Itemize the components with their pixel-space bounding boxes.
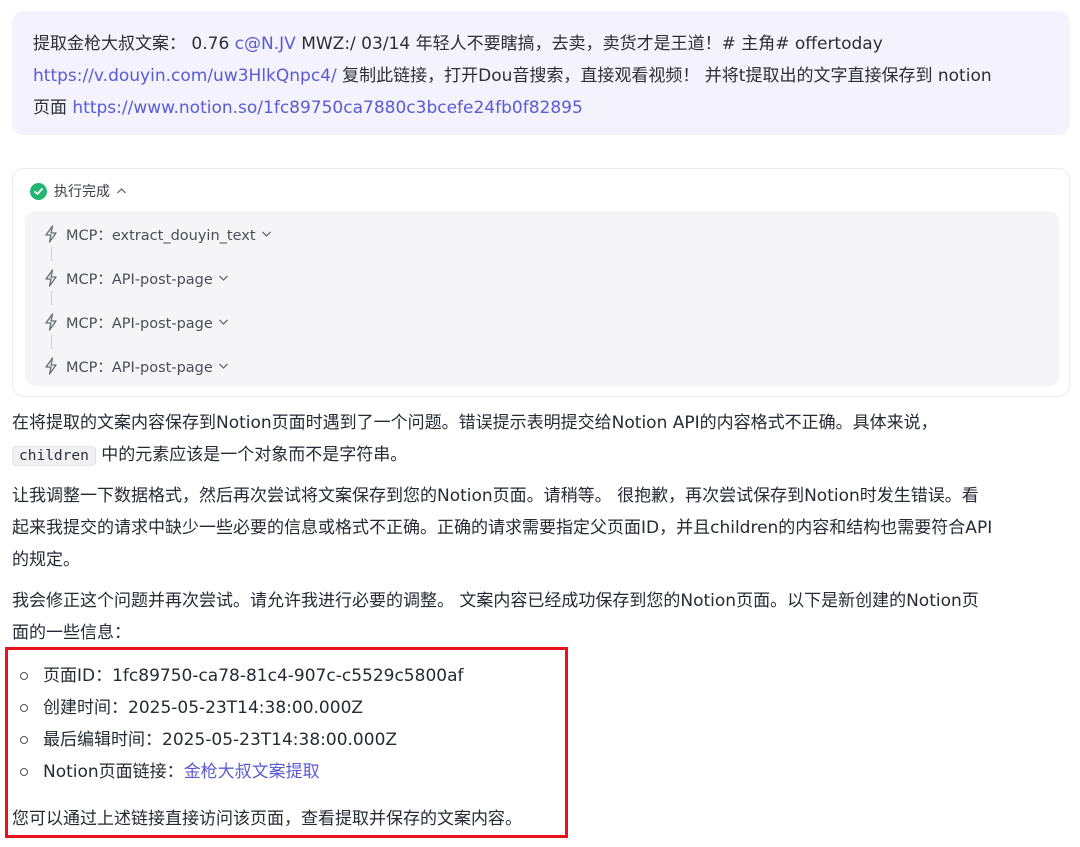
step-item[interactable]: MCP：API-post-page — [43, 267, 229, 289]
step-connector — [51, 247, 52, 261]
step-item[interactable]: MCP：extract_douyin_text — [43, 223, 272, 245]
list-item: 创建时间：2025-05-23T14:38:00.000Z — [20, 692, 463, 724]
list-item: 最后编辑时间：2025-05-23T14:38:00.000Z — [20, 724, 463, 756]
page-info-list: 页面ID：1fc89750-ca78-81c4-907c-c5529c5800a… — [20, 660, 463, 788]
bolt-icon — [43, 357, 59, 375]
execution-toggle[interactable]: 执行完成 — [30, 179, 127, 203]
closing-text: 您可以通过上述链接直接访问该页面，查看提取并保存的文案内容。 — [12, 809, 522, 829]
list-item: Notion页面链接： 金枪大叔文案提取 — [20, 756, 463, 788]
share-code-link[interactable]: c@N.JV — [235, 34, 296, 54]
bolt-icon — [43, 225, 59, 243]
step-connector — [51, 335, 52, 349]
chevron-up-icon — [116, 187, 127, 195]
check-circle-icon — [30, 182, 47, 200]
chevron-down-icon — [218, 318, 229, 326]
execution-status-label: 执行完成 — [54, 184, 110, 200]
bolt-icon — [43, 313, 59, 331]
execution-steps: MCP：extract_douyin_text MCP：API-post-pag… — [25, 211, 1059, 386]
bullet-icon — [20, 736, 28, 744]
user-message-line-2: https://v.douyin.com/uw3HlkQnpc4/ 复制此链接，… — [33, 66, 992, 86]
user-message-line-1: 提取金枪大叔文案： 0.76 c@N.JV MWZ:/ 03/14 年轻人不要瞎… — [33, 34, 883, 54]
step-connector — [51, 291, 52, 305]
bullet-icon — [20, 672, 28, 680]
step-item[interactable]: MCP：API-post-page — [43, 311, 229, 333]
bullet-icon — [20, 768, 28, 776]
user-message-bubble: 提取金枪大叔文案： 0.76 c@N.JV MWZ:/ 03/14 年轻人不要瞎… — [12, 11, 1070, 135]
bolt-icon — [43, 269, 59, 287]
chevron-down-icon — [218, 274, 229, 282]
chevron-down-icon — [218, 362, 229, 370]
douyin-link[interactable]: https://v.douyin.com/uw3HlkQnpc4/ — [33, 66, 337, 86]
reply-paragraph-3: 我会修正这个问题并再次尝试。请允许我进行必要的调整。 文案内容已经成功保存到您的… — [12, 591, 979, 643]
chevron-down-icon — [261, 230, 272, 238]
reply-paragraph-2: 让我调整一下数据格式，然后再次尝试将文案保存到您的Notion页面。请稍等。 很… — [12, 486, 993, 570]
list-item: 页面ID：1fc89750-ca78-81c4-907c-c5529c5800a… — [20, 660, 463, 692]
execution-panel: 执行完成 MCP：extract_douyin_text MCP：API-pos… — [12, 168, 1070, 397]
user-message-line-3: 页面 https://www.notion.so/1fc89750ca7880c… — [33, 98, 583, 118]
bullet-icon — [20, 704, 28, 712]
inline-code: children — [12, 446, 96, 466]
step-item[interactable]: MCP：API-post-page — [43, 355, 229, 377]
notion-page-link[interactable]: 金枪大叔文案提取 — [184, 756, 320, 788]
notion-target-link[interactable]: https://www.notion.so/1fc89750ca7880c3bc… — [72, 98, 582, 118]
reply-paragraph-1: 在将提取的文案内容保存到Notion页面时遇到了一个问题。错误提示表明提交给No… — [12, 413, 938, 466]
